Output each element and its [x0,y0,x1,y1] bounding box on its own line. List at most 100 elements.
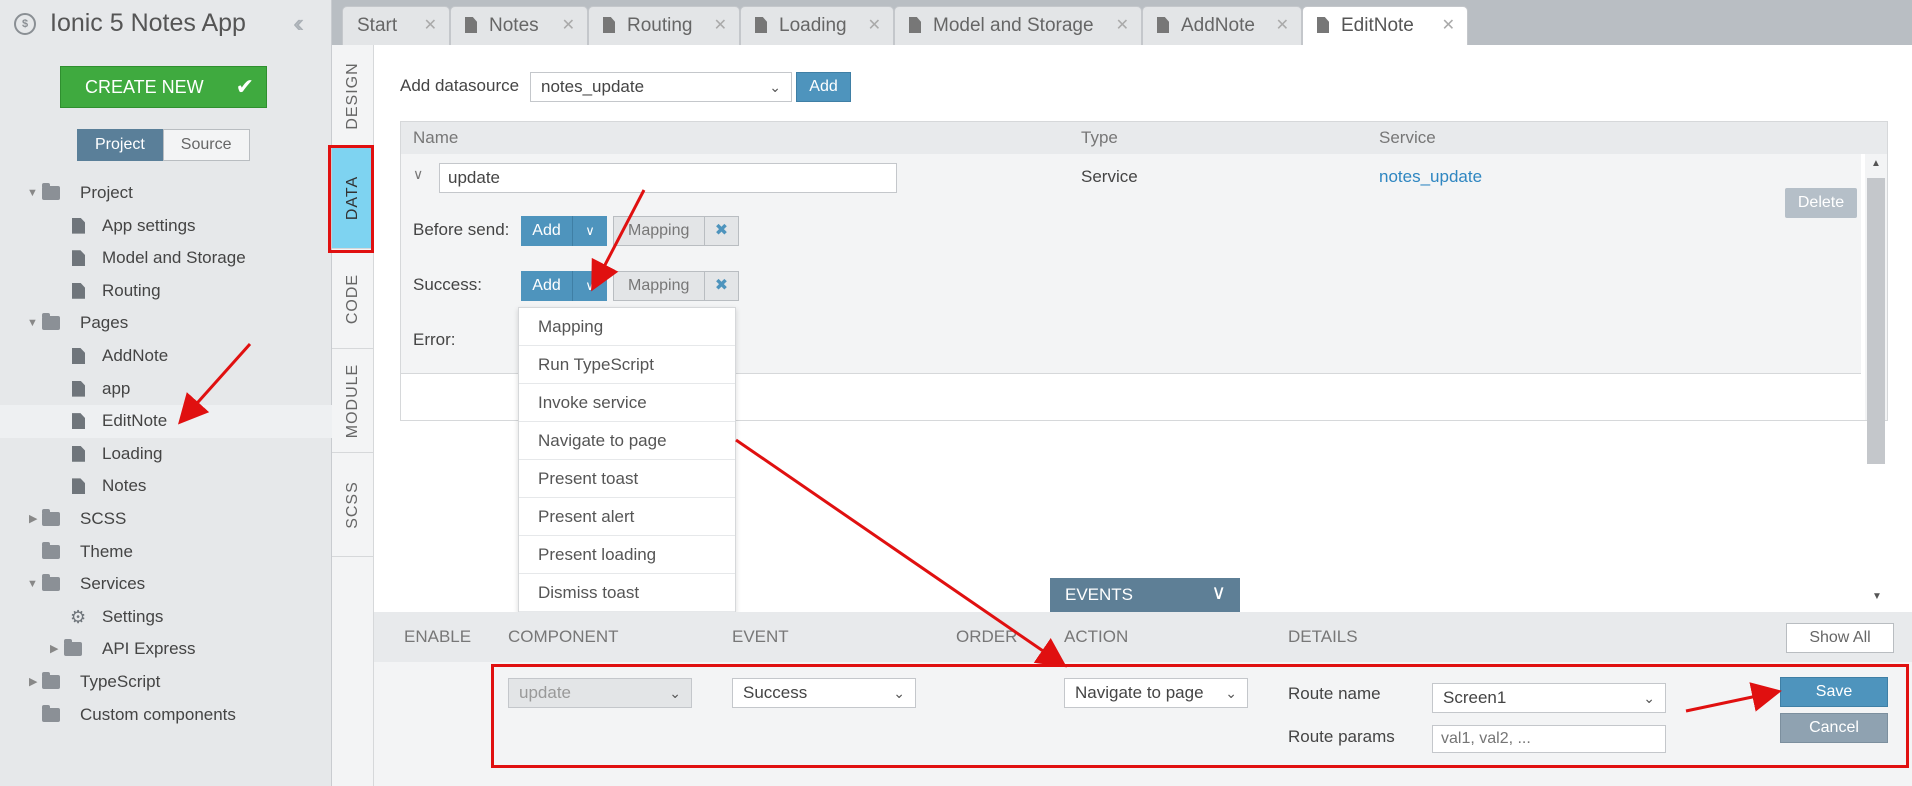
grid-scrollbar[interactable]: ▲ [1865,154,1887,464]
tree-item-routing[interactable]: Routing [0,275,332,308]
menu-item-navigate-to-page[interactable]: Navigate to page [519,422,735,460]
close-icon[interactable]: ✕ [714,7,727,44]
menu-item-mapping[interactable]: Mapping [519,308,735,346]
expand-icon[interactable]: ▼ [27,177,38,210]
page-file-icon [72,413,85,430]
success-add-button[interactable]: Add [521,271,573,301]
tab-addnote[interactable]: AddNote ✕ [1142,6,1302,45]
tab-start[interactable]: Start ✕ [342,6,450,45]
datasource-select[interactable]: notes_update ⌄ [530,72,792,102]
scroll-down-icon[interactable]: ▼ [1872,591,1882,602]
data-tab-highlight [328,145,374,253]
column-type-header: Type [1081,128,1118,147]
close-icon[interactable]: ✕ [868,7,881,44]
create-new-button[interactable]: CREATE NEW ✔ [60,66,267,108]
datasource-service-link[interactable]: notes_update [1379,167,1482,187]
project-toggle-button[interactable]: Project [77,129,163,161]
expand-icon[interactable]: ▼ [27,568,38,601]
success-mapping-chip[interactable]: Mapping ✖ [613,271,739,301]
events-tab-label: EVENTS [1065,585,1134,604]
source-toggle-button[interactable]: Source [162,129,250,161]
menu-item-invoke-service[interactable]: Invoke service [519,384,735,422]
column-service-header: Service [1379,128,1436,147]
column-details-header: DETAILS [1288,627,1358,646]
close-icon[interactable]: ✕ [562,7,575,44]
chevron-down-icon: ⌄ [769,79,781,95]
menu-item-run-typescript[interactable]: Run TypeScript [519,346,735,384]
tree-item-services[interactable]: ▼ Services [0,568,332,601]
close-icon[interactable]: ✕ [1116,7,1129,44]
success-label: Success: [413,275,482,294]
chevron-down-icon[interactable]: ∨ [413,166,423,183]
tree-item-addnote[interactable]: AddNote [0,340,332,373]
add-datasource-button[interactable]: Add [796,72,851,102]
show-all-button[interactable]: Show All [1786,623,1894,653]
column-event-header: EVENT [732,627,789,646]
tree-item-app[interactable]: app [0,373,332,406]
tab-code[interactable]: CODE [332,249,374,349]
chevron-down-icon[interactable]: ✔ [236,67,254,107]
tree-item-app-settings[interactable]: App settings [0,210,332,243]
tree-item-loading[interactable]: Loading [0,438,332,471]
double-chevron-down-icon[interactable]: ∨ [1211,576,1226,610]
tree-item-editnote[interactable]: EditNote [0,405,332,438]
close-icon[interactable]: ✕ [1442,7,1455,44]
scrollbar-thumb[interactable] [1867,178,1885,464]
tree-item-project[interactable]: ▼ Project [0,177,332,210]
column-name-header: Name [413,128,459,147]
tab-loading[interactable]: Loading ✕ [740,6,894,45]
tab-design[interactable]: DESIGN [332,45,374,147]
chevron-down-icon[interactable]: ∨ [573,271,607,301]
tab-module[interactable]: MODULE [332,349,374,453]
tree-item-model-storage[interactable]: Model and Storage [0,242,332,275]
editor-tabbar: Start ✕ Notes ✕ Routing ✕ Loading ✕ Model an… [332,0,1912,45]
before-send-add-button[interactable]: Add [521,216,573,246]
menu-item-present-loading[interactable]: Present loading [519,536,735,574]
menu-item-present-alert[interactable]: Present alert [519,498,735,536]
folder-icon [42,704,60,722]
folder-icon [42,313,60,331]
close-icon[interactable]: ✕ [424,7,437,44]
collapse-arrow-icon[interactable]: ▶ [50,633,58,666]
tree-item-pages[interactable]: ▼ Pages [0,307,332,340]
tab-model-and-storage[interactable]: Model and Storage ✕ [894,6,1142,45]
tree-item-notes[interactable]: Notes [0,470,332,503]
chevron-down-icon[interactable]: ∨ [573,216,607,246]
tab-editnote[interactable]: EditNote ✕ [1302,6,1468,45]
file-icon [755,17,767,33]
menu-item-present-toast[interactable]: Present toast [519,460,735,498]
before-send-mapping-chip[interactable]: Mapping ✖ [613,216,739,246]
file-icon [909,17,921,33]
tree-item-api-express[interactable]: ▶ API Express [0,633,332,666]
tree-label: Custom components [80,704,236,724]
tree-item-custom-components[interactable]: Custom components [0,699,332,732]
collapse-sidebar-icon[interactable]: ‹‹ [293,8,305,39]
tree-label: Routing [102,280,161,300]
tree-item-scss[interactable]: ▶ SCSS [0,503,332,536]
page-file-icon [72,347,85,364]
collapse-arrow-icon[interactable]: ▶ [29,503,37,536]
settings-file-icon [72,282,85,299]
tree-item-settings[interactable]: ⚙ Settings [0,601,332,634]
tab-scss[interactable]: SCSS [332,453,374,557]
remove-icon[interactable]: ✖ [704,217,738,245]
close-icon[interactable]: ✕ [1276,7,1289,44]
settings-file-icon [72,217,85,234]
app-logo-icon: $ [14,13,36,35]
tree-label: Pages [80,313,129,333]
tab-routing[interactable]: Routing ✕ [588,6,740,45]
remove-icon[interactable]: ✖ [704,272,738,300]
expand-icon[interactable]: ▼ [27,307,38,340]
datasource-name-input[interactable]: update [439,163,897,193]
tree-item-theme[interactable]: Theme [0,536,332,569]
menu-item-dismiss-toast[interactable]: Dismiss toast [519,574,735,612]
tab-notes[interactable]: Notes ✕ [450,6,588,45]
tree-label: SCSS [80,508,127,528]
collapse-arrow-icon[interactable]: ▶ [29,666,37,699]
page-file-icon [72,445,85,462]
events-panel-toggle[interactable]: EVENTS ∨ [1050,578,1240,612]
delete-datasource-button[interactable]: Delete [1785,188,1857,218]
folder-icon [42,508,60,526]
tree-item-typescript[interactable]: ▶ TypeScript [0,666,332,699]
scroll-up-icon[interactable]: ▲ [1871,158,1881,169]
